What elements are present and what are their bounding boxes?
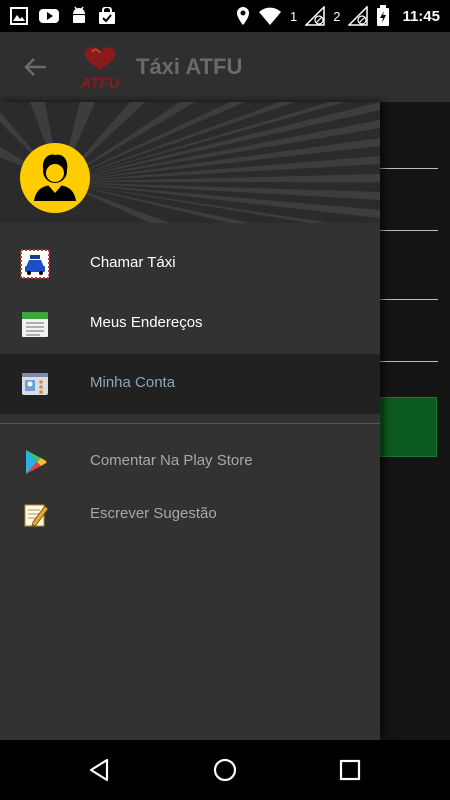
content-divider xyxy=(380,230,438,231)
app-bar: ATFU Táxi ATFU xyxy=(0,32,450,102)
drawer-header xyxy=(0,102,380,223)
taxi-icon xyxy=(20,249,50,279)
content-divider xyxy=(380,361,438,362)
recents-square-icon[interactable] xyxy=(335,755,365,785)
content-divider xyxy=(380,299,438,300)
menu-item-chamar-taxi[interactable]: Chamar Táxi xyxy=(0,234,380,294)
navigation-drawer: Chamar Táxi Meus Endereços Minha Conta C… xyxy=(0,102,380,740)
menu-item-comentar-play-store[interactable]: Comentar Na Play Store xyxy=(0,432,380,492)
user-avatar-icon[interactable] xyxy=(20,143,90,213)
home-circle-icon[interactable] xyxy=(210,755,240,785)
menu-item-minha-conta[interactable]: Minha Conta xyxy=(0,354,380,414)
arrow-back-icon[interactable] xyxy=(20,52,50,82)
youtube-icon xyxy=(39,9,59,23)
status-bar-notifications xyxy=(10,6,116,26)
edit-note-icon xyxy=(24,504,49,527)
content-divider xyxy=(380,168,438,169)
gallery-icon xyxy=(10,7,28,25)
content-green-button[interactable] xyxy=(380,397,437,457)
menu-item-label: Minha Conta xyxy=(90,374,176,391)
wifi-icon xyxy=(258,7,281,25)
signal-sim2-icon xyxy=(348,6,369,26)
signal-sim1-icon xyxy=(305,6,325,26)
signal-sim2-label: 2 xyxy=(333,8,341,24)
status-bar: 1 2 11:45 xyxy=(0,0,450,32)
status-bar-system: 1 2 11:45 xyxy=(236,5,440,27)
battery-charging-icon xyxy=(377,5,390,26)
address-book-icon xyxy=(22,312,48,337)
signal-sim1-label: 1 xyxy=(289,8,298,24)
menu-item-label: Escrever Sugestão xyxy=(90,505,217,522)
logo-text: ATFU xyxy=(80,75,121,92)
menu-item-escrever-sugestao[interactable]: Escrever Sugestão xyxy=(0,485,380,545)
play-store-icon xyxy=(26,450,47,474)
menu-item-label: Meus Endereços xyxy=(90,314,203,331)
menu-item-label: Chamar Táxi xyxy=(90,254,176,271)
back-triangle-icon[interactable] xyxy=(85,755,115,785)
bag-check-icon xyxy=(99,7,115,24)
app-title: Táxi ATFU xyxy=(136,54,243,79)
drawer-divider xyxy=(0,423,380,424)
app-logo: ATFU xyxy=(70,42,130,92)
status-time: 11:45 xyxy=(402,7,440,25)
location-icon xyxy=(236,7,249,25)
menu-item-label: Comentar Na Play Store xyxy=(90,452,253,469)
menu-item-meus-enderecos[interactable]: Meus Endereços xyxy=(0,294,380,354)
account-card-icon xyxy=(22,373,48,395)
android-icon xyxy=(73,6,85,23)
system-navigation-bar xyxy=(0,740,450,800)
